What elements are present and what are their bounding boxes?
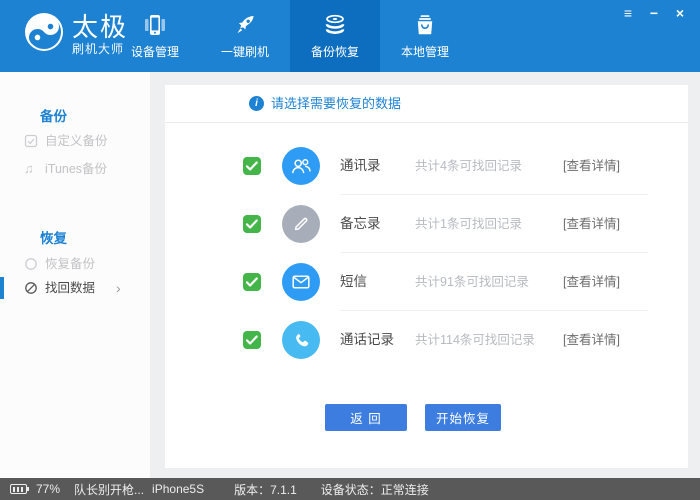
- close-icon[interactable]: ×: [670, 4, 690, 22]
- row-label: 短信: [340, 274, 367, 289]
- chevron-right-icon: ›: [116, 280, 121, 296]
- device-model: iPhone5S: [152, 482, 205, 496]
- tab-device-management[interactable]: 设备管理: [110, 0, 200, 72]
- battery-icon: [10, 484, 29, 494]
- view-details-link[interactable]: [查看详情]: [563, 137, 620, 195]
- contacts-checkbox[interactable]: [243, 157, 261, 175]
- start-restore-button[interactable]: 开始恢复: [425, 404, 501, 431]
- view-details-link[interactable]: [查看详情]: [563, 195, 620, 253]
- row-count: 共计114条可找回记录: [415, 333, 535, 347]
- back-button[interactable]: 返 回: [325, 404, 407, 431]
- memo-checkbox[interactable]: [243, 215, 261, 233]
- sidebar-item-itunes-backup[interactable]: ♫ iTunes备份: [0, 159, 150, 179]
- table-row-memo: 备忘录 共计1条可找回记录 [查看详情]: [165, 195, 688, 253]
- row-count: 共计1条可找回记录: [415, 217, 522, 231]
- memo-icon: [282, 205, 320, 243]
- call-icon: [282, 321, 320, 359]
- tab-label: 备份恢复: [310, 45, 359, 59]
- sidebar-item-label: 恢复备份: [45, 257, 96, 271]
- check-icon: [245, 277, 258, 287]
- table-row-contacts: 通讯录 共计4条可找回记录 [查看详情]: [165, 137, 688, 195]
- table-row-call-log: 通话记录 共计114条可找回记录 [查看详情]: [165, 311, 688, 369]
- contacts-icon: [282, 147, 320, 185]
- row-label: 备忘录: [340, 216, 381, 231]
- bag-icon: [417, 15, 433, 35]
- battery-percent: 77%: [36, 482, 61, 496]
- content-panel: i 请选择需要恢复的数据 通讯录 共计4条可找回记录 [查看详情] 备忘录 共计…: [165, 85, 688, 468]
- row-label: 通讯录: [340, 158, 381, 173]
- device-status: 设备状态：正常连接: [320, 482, 429, 497]
- sidebar-item-recover-data[interactable]: 找回数据 ›: [0, 277, 150, 299]
- main-nav-tabs: 设备管理 一键刷机 备份恢复 本地管理: [110, 0, 470, 72]
- firmware-version: 版本：7.1.1: [234, 482, 297, 497]
- panel-prompt: 请选择需要恢复的数据: [271, 96, 402, 111]
- minimize-icon[interactable]: −: [644, 4, 664, 22]
- sidebar-item-restore-backup[interactable]: 恢复备份: [0, 254, 150, 274]
- sidebar-item-label: 自定义备份: [45, 134, 108, 148]
- circle-icon: [25, 258, 37, 270]
- tab-label: 一键刷机: [220, 45, 269, 59]
- device-icon: [145, 15, 165, 35]
- checkbox-icon: [24, 134, 38, 148]
- selected-indicator: [0, 277, 4, 299]
- tab-label: 本地管理: [400, 45, 449, 59]
- sidebar-item-label: 找回数据: [45, 281, 96, 295]
- panel-header: i 请选择需要恢复的数据: [165, 85, 688, 123]
- tab-one-key-flash[interactable]: 一键刷机: [200, 0, 290, 72]
- taiji-logo-icon: [25, 13, 63, 51]
- sidebar-item-custom-backup[interactable]: 自定义备份: [0, 131, 150, 151]
- database-icon: [325, 14, 345, 35]
- sidebar-section-restore: 恢复: [40, 231, 67, 246]
- view-details-link[interactable]: [查看详情]: [563, 311, 620, 369]
- slash-circle-icon: [25, 282, 37, 294]
- row-label: 通话记录: [340, 332, 394, 347]
- check-icon: [245, 219, 258, 229]
- info-icon: i: [249, 96, 264, 111]
- tab-label: 设备管理: [130, 45, 179, 59]
- table-row-sms: 短信 共计91条可找回记录 [查看详情]: [165, 253, 688, 311]
- music-note-icon: ♫: [24, 161, 34, 176]
- rocket-icon: [237, 16, 254, 34]
- status-bar: 77% 队长别开枪... iPhone5S 版本：7.1.1 设备状态：正常连接: [0, 478, 700, 500]
- recovery-row-list: 通讯录 共计4条可找回记录 [查看详情] 备忘录 共计1条可找回记录 [查看详情…: [165, 137, 688, 369]
- check-icon: [245, 335, 258, 345]
- tab-backup-restore[interactable]: 备份恢复: [290, 0, 380, 72]
- app-window: 太极 刷机大师 设备管理 一键刷机 备份恢复 本地管理 ≡ − × 备份 自定义…: [0, 0, 700, 500]
- window-controls: ≡ − ×: [618, 4, 690, 22]
- call-log-checkbox[interactable]: [243, 331, 261, 349]
- menu-icon[interactable]: ≡: [618, 4, 638, 22]
- sms-checkbox[interactable]: [243, 273, 261, 291]
- tab-local-management[interactable]: 本地管理: [380, 0, 470, 72]
- app-header: 太极 刷机大师 设备管理 一键刷机 备份恢复 本地管理 ≡ − ×: [0, 0, 700, 72]
- sidebar: 备份 自定义备份 ♫ iTunes备份 恢复 恢复备份 找回数据 ›: [0, 72, 150, 478]
- sidebar-section-backup: 备份: [40, 109, 67, 124]
- view-details-link[interactable]: [查看详情]: [563, 253, 620, 311]
- sidebar-item-label: iTunes备份: [45, 162, 108, 176]
- device-name: 队长别开枪...: [74, 482, 145, 497]
- row-count: 共计91条可找回记录: [415, 275, 529, 289]
- check-icon: [245, 161, 258, 171]
- sms-icon: [282, 263, 320, 301]
- row-count: 共计4条可找回记录: [415, 159, 522, 173]
